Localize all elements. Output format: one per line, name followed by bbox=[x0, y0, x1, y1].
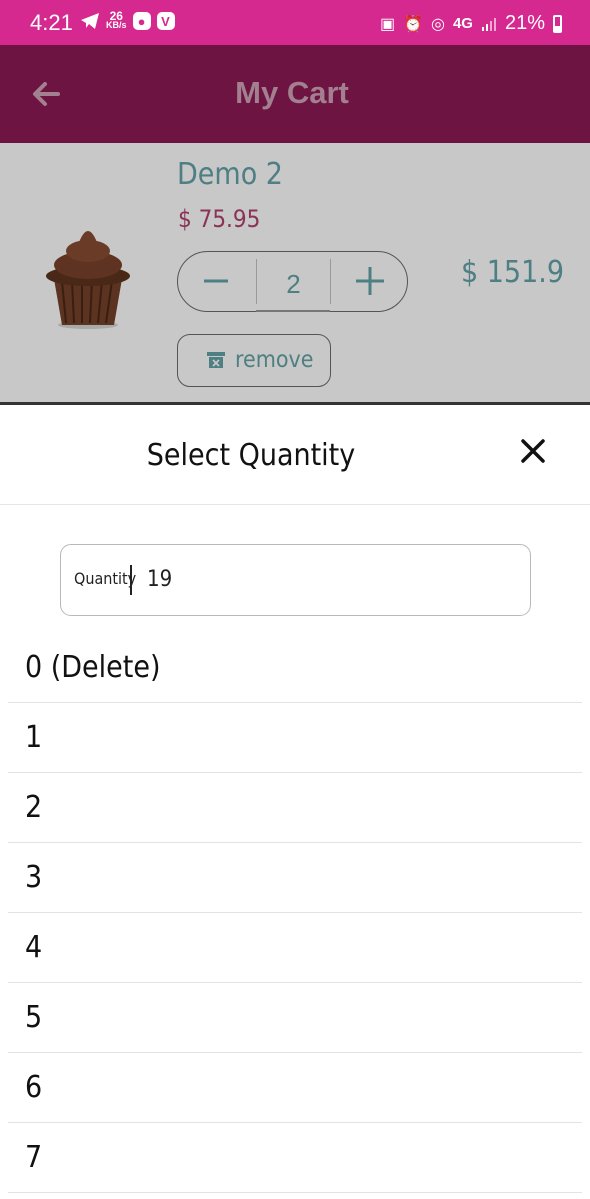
network-type: 4G bbox=[452, 15, 473, 32]
v-app-icon: V bbox=[156, 12, 175, 30]
divider bbox=[0, 504, 590, 505]
remove-button[interactable]: remove bbox=[177, 334, 331, 387]
item-name: Demo 2 bbox=[177, 157, 283, 192]
quantity-option[interactable]: 7 bbox=[8, 1123, 582, 1193]
divider bbox=[0, 402, 590, 405]
signal-icon bbox=[481, 17, 496, 31]
item-line-total: $ 151.9 bbox=[461, 255, 564, 290]
quantity-option[interactable]: 2 bbox=[8, 773, 582, 843]
quantity-option[interactable]: 1 bbox=[8, 703, 582, 773]
quantity-option[interactable]: 6 bbox=[8, 1053, 582, 1123]
status-right-icons: ▣ ⏰ ◎ 4G 21% bbox=[380, 12, 562, 35]
lock-icon: ▣ bbox=[379, 15, 396, 33]
text-cursor bbox=[130, 565, 132, 595]
net-speed: 26 KB/s bbox=[106, 9, 127, 30]
sheet-title: Select Quantity bbox=[146, 438, 356, 473]
stepper-quantity[interactable]: 2 bbox=[257, 269, 330, 300]
minus-icon[interactable] bbox=[198, 263, 234, 299]
status-time: 4:21 bbox=[30, 10, 73, 35]
battery-icon bbox=[553, 14, 562, 33]
item-unit-price: $ 75.95 bbox=[178, 205, 261, 233]
trash-icon bbox=[207, 352, 225, 368]
cart-item: Demo 2 $ 75.95 2 $ 151.9 remove bbox=[0, 143, 590, 405]
telegram-icon bbox=[81, 13, 99, 29]
battery-percent: 21% bbox=[504, 12, 545, 34]
status-bar: 4:21 26 KB/s ● V ▣ ⏰ ◎ 4G 21% bbox=[0, 0, 590, 45]
alarm-icon: ⏰ bbox=[403, 15, 423, 33]
page-title: My Cart bbox=[235, 75, 349, 110]
remove-label: remove bbox=[235, 347, 314, 373]
quantity-field-label: Quantity bbox=[74, 569, 137, 588]
cupcake-image bbox=[46, 231, 130, 329]
quantity-field-value: 19 bbox=[147, 567, 173, 592]
quantity-option[interactable]: 5 bbox=[8, 983, 582, 1053]
quantity-option[interactable]: 3 bbox=[8, 843, 582, 913]
security-shield-icon: ● bbox=[132, 12, 151, 30]
quantity-input[interactable]: Quantity 19 bbox=[60, 544, 531, 616]
close-icon[interactable] bbox=[519, 437, 547, 465]
quantity-bottom-sheet: Select Quantity Quantity 19 0 (Delete) 1… bbox=[0, 416, 590, 1199]
hotspot-icon: ◎ bbox=[430, 15, 445, 33]
stepper-divider bbox=[330, 259, 331, 304]
quantity-stepper: 2 bbox=[177, 251, 408, 312]
quantity-options-list: 0 (Delete) 1 2 3 4 5 6 7 bbox=[8, 633, 582, 1193]
quantity-option[interactable]: 0 (Delete) bbox=[8, 633, 582, 703]
app-bar: My Cart bbox=[0, 45, 590, 143]
plus-icon[interactable] bbox=[352, 263, 388, 299]
stepper-underline bbox=[256, 310, 330, 312]
quantity-option[interactable]: 4 bbox=[8, 913, 582, 983]
status-left-icons: 26 KB/s ● V bbox=[80, 9, 175, 30]
